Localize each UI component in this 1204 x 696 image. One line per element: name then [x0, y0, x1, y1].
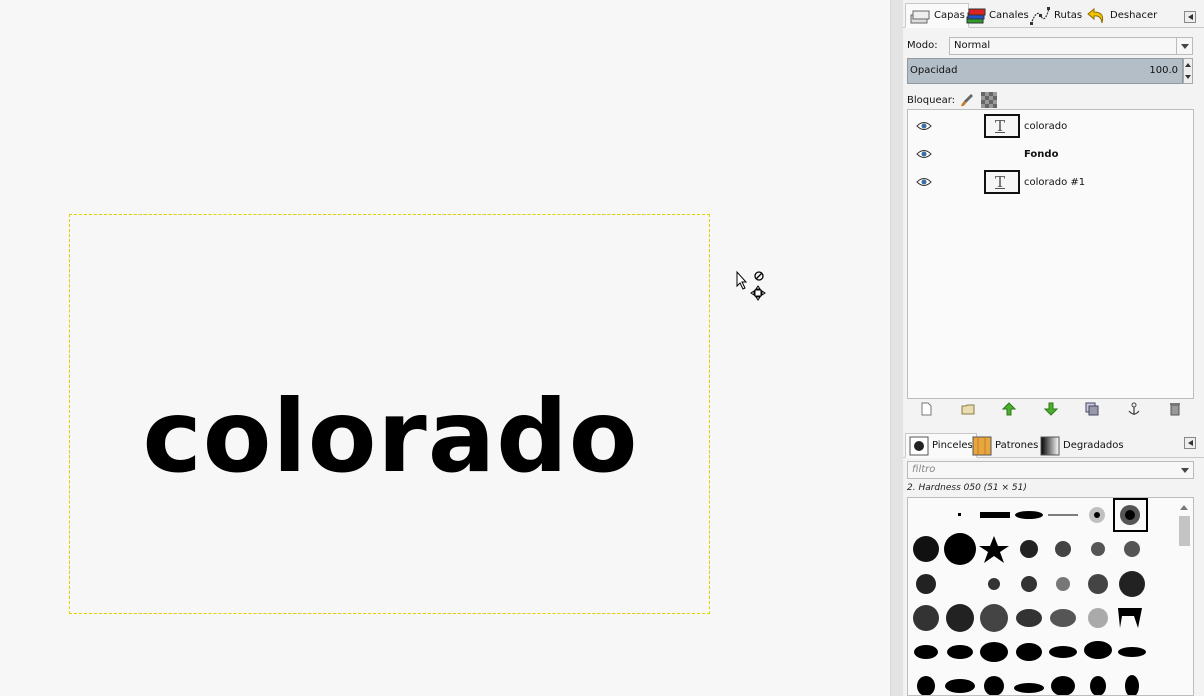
mode-row: Modo:: [907, 40, 938, 51]
dock-splitter[interactable]: [890, 0, 903, 696]
paths-icon: [1030, 6, 1050, 25]
duplicate-icon[interactable]: [1085, 402, 1099, 416]
tab-label: Canales: [989, 10, 1029, 21]
tab-paths[interactable]: Rutas: [1025, 3, 1086, 28]
channels-icon: [966, 8, 986, 23]
new-layer-icon[interactable]: [919, 402, 933, 416]
layer-row[interactable]: colorado #1: [908, 168, 1193, 196]
brushes-dock-menu-button[interactable]: [1184, 437, 1196, 449]
opacity-label: Opacidad: [910, 65, 958, 76]
gradient-icon: [1040, 436, 1060, 455]
raise-icon[interactable]: [1002, 402, 1016, 416]
tab-label: Patrones: [995, 440, 1039, 451]
chevron-down-icon: [1176, 38, 1192, 54]
mode-label: Modo:: [907, 40, 938, 51]
layers-icon: [910, 10, 930, 23]
brushes-tabbar: Pinceles Patrones Degradados: [903, 430, 1204, 458]
opacity-spinner[interactable]: [1183, 58, 1193, 84]
layer-thumbnail: [984, 114, 1020, 138]
lock-pixels-brush-icon[interactable]: [959, 92, 975, 108]
tab-label: Degradados: [1063, 440, 1124, 451]
mode-value: Normal: [954, 40, 991, 51]
tab-label: Deshacer: [1110, 10, 1158, 21]
canvas-text: colorado: [142, 378, 639, 495]
move-cursor-icon: [736, 270, 766, 301]
layers-dock-menu-button[interactable]: [1184, 11, 1196, 23]
tab-patterns[interactable]: Patrones: [968, 433, 1042, 458]
brush-grid[interactable]: [907, 497, 1194, 696]
tab-gradients[interactable]: Degradados: [1036, 433, 1128, 458]
tab-label: Rutas: [1054, 10, 1083, 21]
selected-brush-name: 2. Hardness 050 (51 × 51): [907, 483, 1027, 493]
tab-undo[interactable]: Deshacer: [1081, 3, 1161, 28]
mode-select[interactable]: Normal: [949, 37, 1193, 55]
undo-icon: [1087, 7, 1104, 23]
opacity-slider[interactable]: Opacidad 100.0: [907, 58, 1183, 84]
tab-channels[interactable]: Canales: [960, 3, 1033, 28]
brush-icon: [909, 436, 929, 455]
scrollbar-thumb[interactable]: [1179, 516, 1190, 546]
layers-list: colorado Fondo colorado #1: [907, 109, 1194, 399]
layer-row[interactable]: Fondo: [908, 140, 1193, 168]
anchor-icon[interactable]: [1127, 402, 1141, 416]
lock-label: Bloquear:: [907, 94, 956, 106]
lock-alpha-checker-icon[interactable]: [981, 92, 998, 108]
eye-icon[interactable]: [916, 177, 932, 187]
brush-filter-input[interactable]: filtro: [907, 461, 1194, 479]
layers-tabbar: Capas Canales Rutas Deshacer: [903, 0, 1204, 28]
lock-row: Bloquear:: [907, 92, 998, 108]
right-dock: Capas Canales Rutas Deshacer Modo: Norma…: [903, 0, 1204, 696]
lower-icon[interactable]: [1043, 402, 1058, 416]
eye-icon[interactable]: [916, 149, 932, 159]
filter-placeholder: filtro: [912, 464, 936, 475]
eye-icon[interactable]: [916, 121, 932, 131]
layer-row[interactable]: colorado: [908, 112, 1193, 140]
layer-name[interactable]: colorado #1: [1024, 177, 1085, 188]
layer-name[interactable]: Fondo: [1024, 149, 1058, 160]
new-group-icon[interactable]: [961, 402, 975, 416]
opacity-value: 100.0: [1149, 65, 1178, 76]
tab-label: Pinceles: [932, 440, 973, 451]
brush-thumbnails: [913, 498, 1148, 695]
pattern-icon: [972, 436, 992, 455]
brush-scrollbar[interactable]: [1178, 502, 1191, 692]
image-canvas[interactable]: colorado: [0, 0, 890, 696]
layer-name[interactable]: colorado: [1024, 121, 1067, 132]
layer-thumbnail: [984, 170, 1020, 194]
tab-brushes[interactable]: Pinceles: [905, 433, 977, 458]
chevron-down-icon: [1181, 468, 1189, 473]
delete-icon[interactable]: [1168, 402, 1182, 416]
layer-buttons-bar: [907, 402, 1194, 418]
layer-boundary: colorado: [69, 214, 710, 614]
